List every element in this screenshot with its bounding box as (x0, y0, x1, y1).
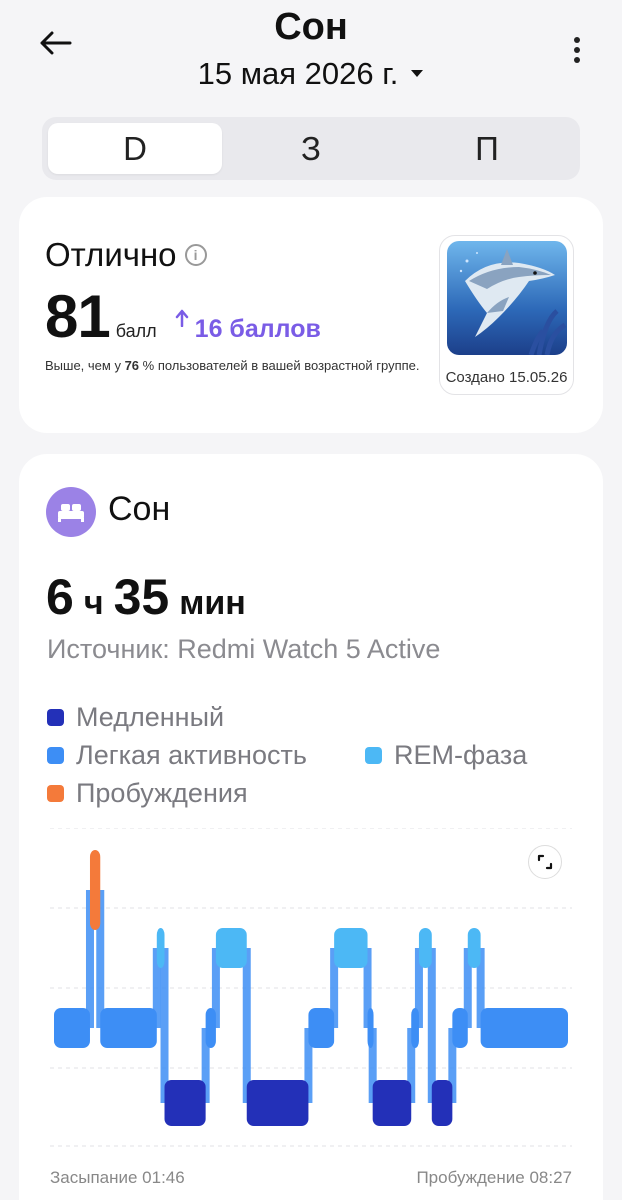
legend-light-swatch (47, 747, 64, 764)
stage-transition (160, 948, 169, 1103)
legend-rem-label: REM-фаза (394, 740, 528, 770)
arrow-up-icon (175, 309, 188, 327)
comparison-text: Выше, чем у 76 % пользователей в вашей в… (45, 358, 420, 373)
rating-row: Отлично i (45, 236, 207, 274)
stage-transition (427, 948, 436, 1103)
wake-time-label: Пробуждение 08:27 (416, 1168, 572, 1187)
duration-hours: 6 (46, 569, 74, 625)
shark-badge-image (447, 241, 567, 355)
duration-minutes: 35 (113, 569, 170, 625)
date-selector[interactable]: 15 мая 2026 г. (0, 56, 622, 92)
legend-awake-swatch (47, 785, 64, 802)
comparison-prefix: Выше, чем у (45, 358, 125, 373)
legend-light: Легкая активность (47, 740, 307, 771)
comparison-suffix: % пользователей в вашей возрастной групп… (139, 358, 420, 373)
stage-bar-light (308, 1008, 335, 1048)
more-vertical-icon (574, 37, 580, 63)
stage-bar-rem (334, 928, 368, 968)
stage-bar-light (367, 1008, 374, 1048)
stage-bar-deep (372, 1080, 412, 1126)
stage-bar-deep (246, 1080, 309, 1126)
stage-bar-rem (467, 928, 481, 968)
expand-chart-button[interactable] (528, 845, 562, 879)
stage-bar-rem (215, 928, 247, 968)
chart-svg (50, 827, 572, 1147)
more-menu-button[interactable] (562, 30, 592, 70)
badge-caption: Создано 15.05.26 (445, 369, 568, 386)
score-unit: балл (115, 321, 157, 341)
legend-deep-label: Медленный (76, 702, 225, 732)
period-tabs: D З П (42, 117, 580, 180)
sleep-start-label: Засыпание 01:46 (50, 1168, 185, 1187)
stage-bar-rem (418, 928, 432, 968)
date-label: 15 мая 2026 г. (197, 56, 399, 91)
stage-bar-light (205, 1008, 216, 1048)
expand-icon (537, 854, 553, 870)
duration-hours-unit: ч (83, 584, 104, 622)
legend-deep-swatch (47, 709, 64, 726)
caret-down-icon (411, 70, 424, 77)
sleep-duration: 6 ч 35 мин (46, 568, 246, 626)
stage-transition (242, 948, 251, 1103)
stage-bar-light (54, 1008, 90, 1048)
score-delta: 16 баллов (194, 315, 321, 343)
data-source: Источник: Redmi Watch 5 Active (47, 634, 441, 664)
stage-bar-awake (89, 850, 101, 930)
legend-deep: Медленный (47, 702, 224, 733)
stage-bar-rem (156, 928, 165, 968)
stage-bar-light (411, 1008, 419, 1048)
score-value: 81 (45, 283, 111, 350)
stage-bar-light (452, 1008, 468, 1048)
stage-bar-deep (164, 1080, 206, 1126)
legend-awake: Пробуждения (47, 778, 248, 809)
rating-label: Отлично (45, 236, 177, 273)
info-icon[interactable]: i (184, 244, 207, 266)
page-title: Сон (274, 6, 348, 48)
tab-day[interactable]: D (48, 123, 222, 174)
stage-bar-deep (431, 1080, 453, 1126)
legend-awake-label: Пробуждения (76, 778, 248, 808)
duration-minutes-unit: мин (179, 584, 246, 622)
legend-rem-swatch (365, 747, 382, 764)
comparison-value: 76 (124, 358, 140, 373)
score-row: 81 балл 16 баллов (45, 282, 321, 351)
sleep-section-title: Сон (108, 490, 171, 528)
tab-month[interactable]: П (400, 123, 574, 174)
sleep-stages-chart[interactable] (50, 827, 572, 1148)
legend-light-label: Легкая активность (76, 740, 307, 770)
bed-icon (46, 487, 96, 537)
legend-rem: REM-фаза (365, 740, 527, 771)
stage-bar-light (100, 1008, 157, 1048)
tab-week[interactable]: З (224, 123, 398, 174)
stage-bar-light (480, 1008, 568, 1048)
